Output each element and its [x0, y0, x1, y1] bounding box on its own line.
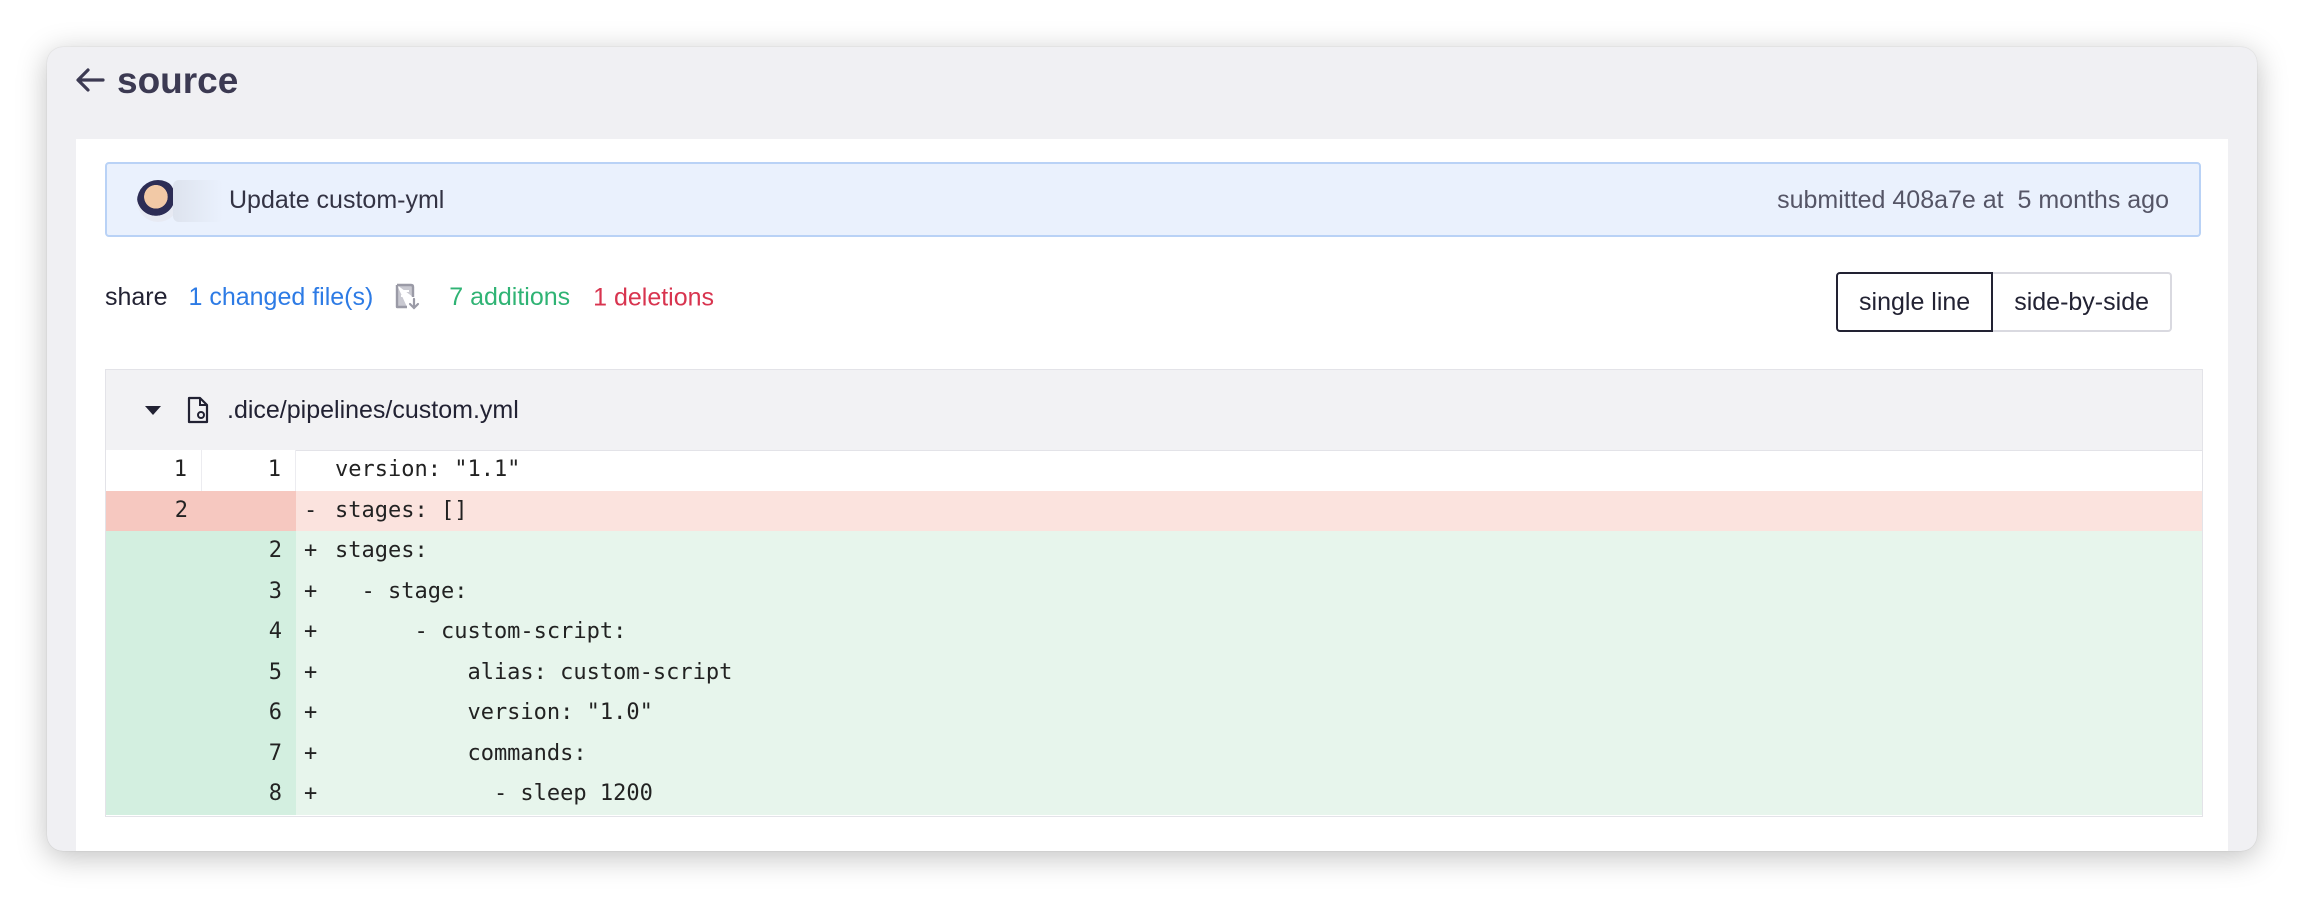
diff-row: 1 1 version: "1.1"	[106, 450, 2202, 491]
new-line-number: 4	[202, 612, 296, 653]
author-name-blurred	[173, 180, 223, 222]
diff-marker	[304, 450, 324, 491]
diff-row: 8 + - sleep 1200	[106, 774, 2202, 815]
caret-down-icon[interactable]	[145, 406, 161, 415]
file-header[interactable]: .dice/pipelines/custom.yml	[106, 370, 2202, 451]
diff-row: 5 + alias: custom-script	[106, 652, 2202, 693]
diff-marker: +	[304, 700, 318, 725]
diff-marker: +	[304, 659, 318, 685]
old-line-number	[106, 774, 202, 815]
diff-table: 1 1 version: "1.1" 2- stages: [] 2 + stages: 3 + …	[106, 450, 2202, 815]
top-bar: source	[47, 47, 2257, 139]
file-diff-panel: .dice/pipelines/custom.yml 1 1 version: "1…	[105, 369, 2203, 817]
code-line: stages:	[335, 538, 428, 563]
diff-marker: +	[304, 740, 318, 766]
diff-row: 2 + stages:	[106, 531, 2202, 572]
diff-row: 3 + - stage:	[106, 571, 2202, 612]
commit-message: Update custom-yml	[229, 186, 445, 214]
diff-marker: -	[304, 497, 318, 523]
diff-marker: +	[304, 578, 318, 604]
file-settings-icon	[187, 396, 209, 424]
diff-marker: +	[304, 781, 318, 806]
old-line-number	[106, 571, 202, 612]
code-line: - stage:	[335, 578, 468, 604]
old-line-number	[106, 531, 202, 572]
new-line-number: 2	[202, 531, 296, 572]
arrow-left-icon[interactable]	[73, 63, 107, 97]
code-line: alias: custom-script	[335, 659, 733, 685]
code-line: stages: []	[335, 497, 468, 523]
new-line-number: 3	[202, 571, 296, 612]
single-line-button[interactable]: single line	[1836, 272, 1994, 332]
view-mode-toggle: single line side-by-side	[1836, 272, 2172, 332]
old-line-number: 2	[106, 490, 202, 531]
diff-marker: +	[304, 538, 318, 563]
share-label: share	[105, 283, 168, 312]
old-line-number	[106, 652, 202, 693]
side-by-side-button[interactable]: side-by-side	[1993, 272, 2172, 332]
diff-row: 7 + commands:	[106, 733, 2202, 774]
diff-stats: share 1 changed file(s) 7 additions 1 de…	[105, 274, 714, 318]
main-content: Update custom-yml submitted 408a7e at 5 …	[76, 139, 2228, 851]
app-window: source Update custom-yml submitted 408a7…	[47, 47, 2257, 851]
page-title: source	[117, 60, 239, 101]
code-line: version: "1.1"	[335, 457, 521, 482]
deletions-count: 1 deletions	[593, 283, 715, 312]
diff-marker: +	[304, 619, 318, 644]
old-line-number	[106, 733, 202, 774]
code-line: commands:	[335, 740, 587, 766]
new-line-number: 8	[202, 774, 296, 815]
code-line: - custom-script:	[335, 619, 627, 644]
commit-info-bar: Update custom-yml submitted 408a7e at 5 …	[105, 162, 2201, 237]
old-line-number: 1	[106, 450, 202, 491]
old-line-number	[106, 693, 202, 734]
new-line-number: 5	[202, 652, 296, 693]
diff-row: 6 + version: "1.0"	[106, 693, 2202, 734]
new-line-number	[202, 490, 296, 531]
new-line-number: 6	[202, 693, 296, 734]
additions-count: 7 additions	[449, 283, 571, 312]
diff-row: 4 + - custom-script:	[106, 612, 2202, 653]
new-line-number: 7	[202, 733, 296, 774]
diff-row: 2 - stages: []	[106, 490, 2202, 531]
changed-files-link[interactable]: 1 changed file(s)	[189, 283, 374, 311]
commit-meta: submitted 408a7e at 5 months ago	[1777, 186, 2169, 214]
file-download-icon[interactable]	[394, 283, 420, 311]
new-line-number: 1	[202, 450, 296, 491]
old-line-number	[106, 612, 202, 653]
file-path: .dice/pipelines/custom.yml	[227, 396, 519, 424]
code-line: - sleep 1200	[335, 781, 653, 806]
code-line: version: "1.0"	[335, 700, 653, 725]
